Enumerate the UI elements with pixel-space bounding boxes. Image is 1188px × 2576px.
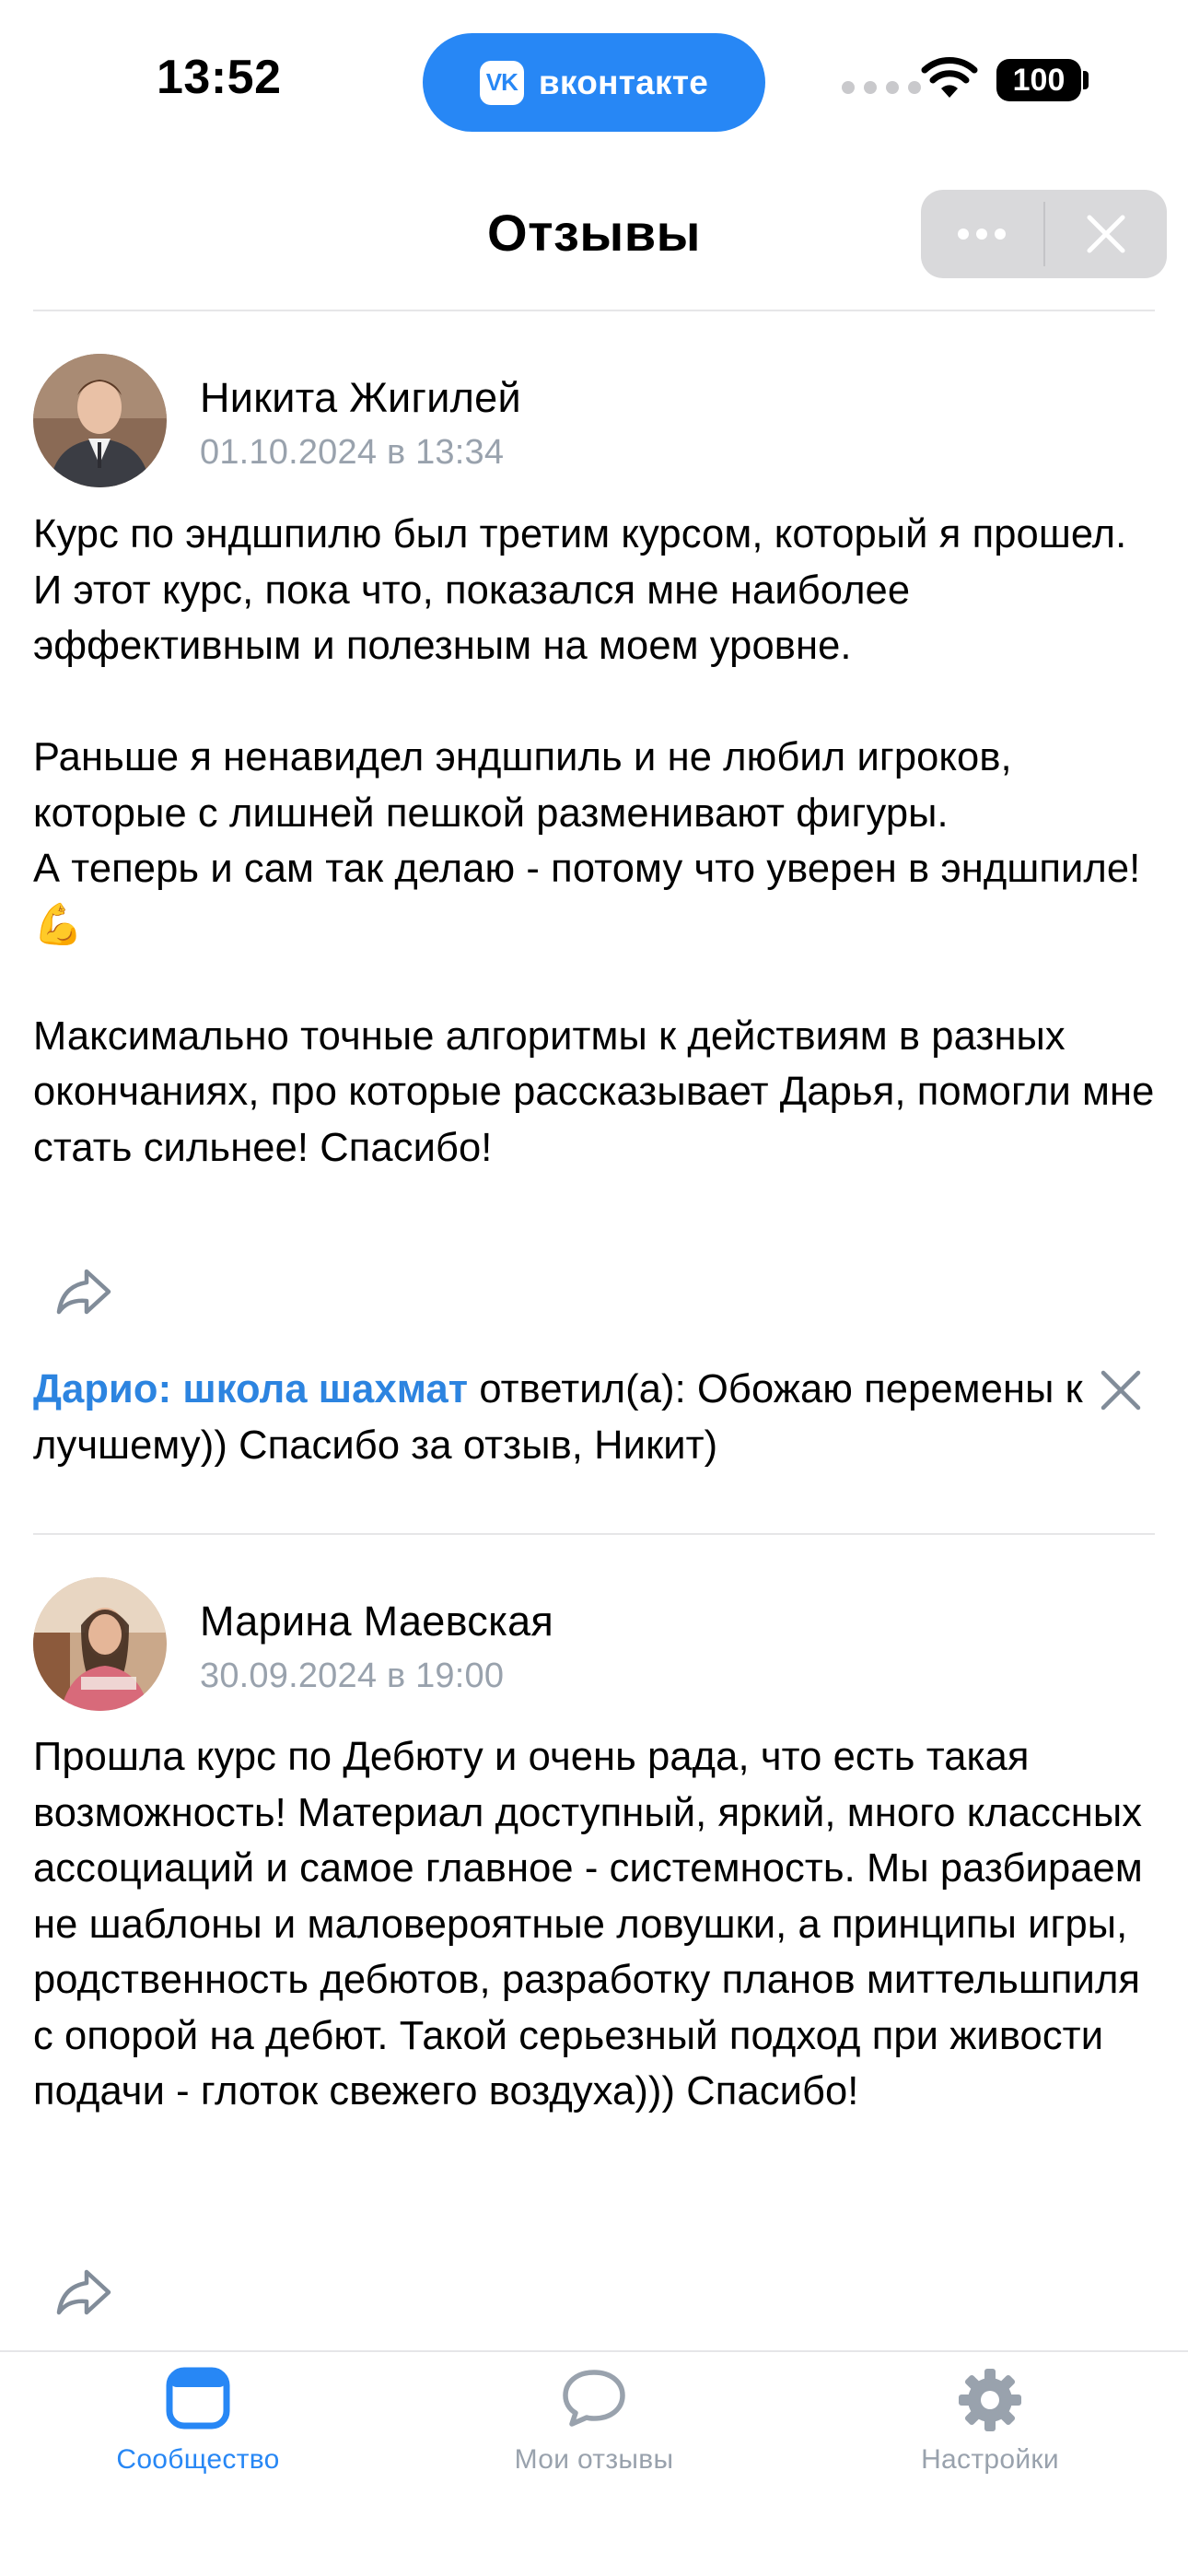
tab-settings[interactable]: Настройки bbox=[852, 2352, 1128, 2500]
close-button[interactable] bbox=[1045, 190, 1168, 278]
wifi-icon bbox=[921, 57, 978, 98]
tab-my-reviews[interactable]: Мои отзывы bbox=[456, 2352, 732, 2500]
mini-app-controls bbox=[921, 190, 1167, 278]
header-divider bbox=[33, 310, 1155, 311]
status-time: 13:52 bbox=[157, 51, 282, 104]
tab-label: Настройки bbox=[921, 2444, 1059, 2475]
vk-logo-icon: VK bbox=[479, 60, 524, 105]
avatar[interactable] bbox=[33, 354, 167, 487]
vk-app-pill[interactable]: VK вконтакте bbox=[423, 33, 765, 132]
share-icon[interactable] bbox=[53, 2266, 114, 2318]
share-icon[interactable] bbox=[53, 1266, 114, 1317]
more-button[interactable] bbox=[921, 190, 1043, 278]
avatar[interactable] bbox=[33, 1577, 167, 1711]
reviews-screen: 13:52 VK вконтакте 100 Отзывы Никита Жиг… bbox=[0, 0, 1188, 2576]
review-author[interactable]: Никита Жигилей bbox=[200, 374, 521, 422]
vk-app-label: вконтакте bbox=[538, 63, 709, 101]
header: Отзывы bbox=[0, 175, 1188, 311]
tab-label: Сообщество bbox=[116, 2444, 280, 2475]
close-icon bbox=[1087, 215, 1125, 253]
battery-tip bbox=[1083, 71, 1089, 89]
owner-reply: Дарио: школа шахмат ответил(а): Обожаю п… bbox=[33, 1362, 1157, 1473]
tab-bar: Сообщество Мои отзывы Настройки bbox=[0, 2350, 1188, 2576]
status-bar: 13:52 VK вконтакте 100 bbox=[0, 0, 1188, 162]
battery-indicator: 100 bbox=[996, 59, 1081, 101]
gear-icon bbox=[959, 2369, 1021, 2431]
review-separator bbox=[33, 1533, 1155, 1535]
speech-bubble-icon bbox=[563, 2370, 625, 2427]
review-text: Курс по эндшпилю был третим курсом, кото… bbox=[33, 512, 1155, 1170]
tab-community[interactable]: Сообщество bbox=[60, 2352, 336, 2500]
review-text: Прошла курс по Дебюту и очень рада, что … bbox=[33, 1735, 1155, 2113]
reply-author-link[interactable]: Дарио: школа шахмат bbox=[33, 1367, 468, 1411]
cellular-signal-icon bbox=[842, 81, 921, 94]
close-icon[interactable] bbox=[1098, 1367, 1144, 1413]
tab-label: Мои отзывы bbox=[514, 2444, 674, 2475]
review-author[interactable]: Марина Маевская bbox=[200, 1598, 553, 1645]
more-horizontal-icon bbox=[958, 228, 1007, 240]
review-date: 30.09.2024 в 19:00 bbox=[200, 1657, 505, 1695]
review-date: 01.10.2024 в 13:34 bbox=[200, 433, 505, 472]
community-icon bbox=[166, 2367, 230, 2430]
